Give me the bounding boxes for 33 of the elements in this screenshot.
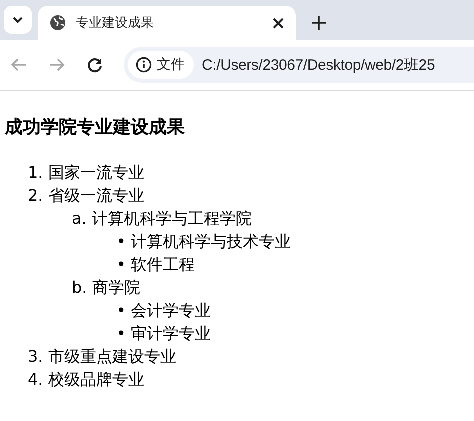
reload-icon[interactable] (86, 56, 104, 74)
chip-label: 文件 (157, 56, 185, 74)
list-marker: b. (72, 277, 88, 299)
bullet: • (116, 323, 126, 345)
close-icon[interactable] (273, 18, 284, 28)
list-item: 计算机科学与技术专业 (131, 231, 291, 253)
list-marker: 4. (28, 369, 44, 391)
list-item: 软件工程 (131, 254, 195, 276)
list-item: 市级重点建设专业 (48, 346, 176, 368)
list-item: 会计学专业 (131, 300, 211, 322)
list-marker: 1. (28, 162, 44, 184)
browser-tab[interactable]: 专业建设成果 (38, 6, 296, 40)
bullet: • (116, 300, 126, 322)
url-text: C:/Users/23067/Desktop/web/2班25 (202, 56, 436, 74)
list-item: 审计学专业 (131, 323, 211, 345)
list-item: 商学院 (92, 277, 140, 299)
list-marker: 2. (28, 185, 44, 207)
bullet: • (116, 254, 126, 276)
info-icon (136, 57, 152, 73)
list-item: 校级品牌专业 (48, 369, 144, 391)
address-bar[interactable]: 文件 C:/Users/23067/Desktop/web/2班25 (124, 47, 474, 83)
page-heading: 成功学院专业建设成果 (5, 116, 186, 139)
tab-title: 专业建设成果 (76, 15, 155, 32)
list-item: 省级一流专业 (48, 185, 144, 207)
globe-icon (50, 15, 66, 31)
bullet: • (116, 231, 126, 253)
list-item: 国家一流专业 (48, 162, 144, 184)
new-tab-icon[interactable] (312, 16, 326, 30)
list-marker: a. (72, 208, 87, 230)
tab-search-button[interactable] (4, 6, 32, 34)
list-marker: 3. (28, 346, 44, 368)
site-info-chip[interactable]: 文件 (128, 51, 194, 79)
list-item: 计算机科学与工程学院 (92, 208, 252, 230)
